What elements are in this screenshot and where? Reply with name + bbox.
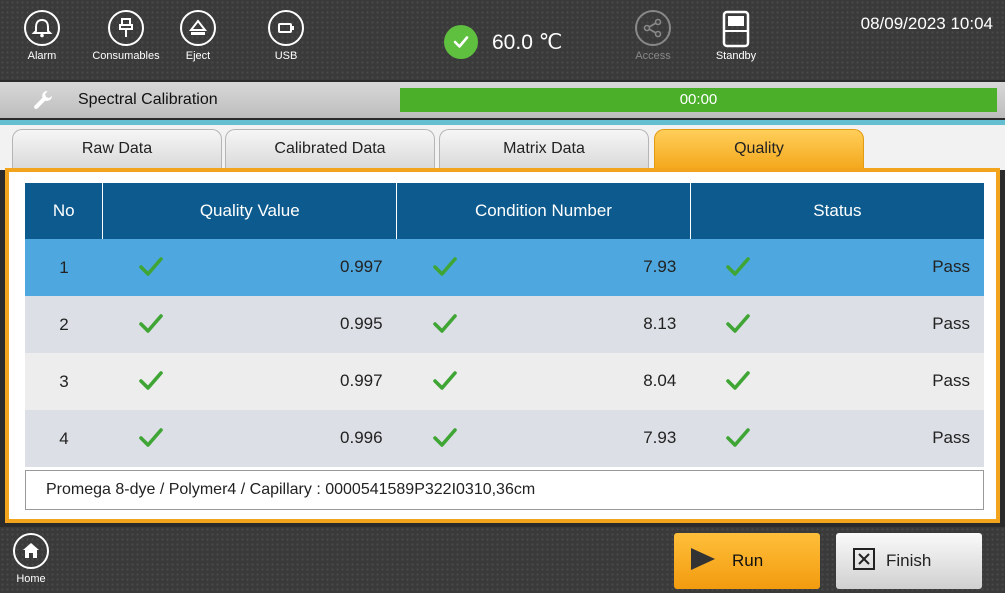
row-number: 2 — [25, 296, 103, 353]
quality-table: No Quality Value Condition Number Status… — [25, 183, 984, 467]
quality-value-cell: 0.996 — [102, 410, 397, 467]
progress-bar: 00:00 — [400, 88, 997, 112]
share-icon — [635, 10, 671, 46]
header-no: No — [25, 183, 104, 239]
temperature-value: 60.0 ℃ — [492, 30, 563, 54]
check-icon — [432, 313, 457, 340]
status-text: Pass — [932, 314, 970, 333]
table-header-row: No Quality Value Condition Number Status — [25, 183, 984, 239]
run-label: Run — [732, 551, 764, 570]
condition-number-text: 8.04 — [643, 371, 677, 390]
condition-number-cell: 7.93 — [396, 239, 691, 296]
quality-value-cell: 0.995 — [102, 296, 397, 353]
home-icon — [13, 533, 49, 569]
status-text: Pass — [932, 428, 970, 447]
table-row[interactable]: 2 0.995 8.13 Pass — [25, 296, 984, 353]
table-row[interactable]: 1 0.997 7.93 Pass — [25, 239, 984, 296]
condition-number-cell: 8.13 — [396, 296, 691, 353]
quality-value-cell: 0.997 — [102, 239, 397, 296]
header-status: Status — [690, 183, 984, 239]
home-label: Home — [16, 573, 46, 585]
eject-icon — [180, 10, 216, 46]
row-number: 3 — [25, 353, 103, 410]
check-icon — [726, 370, 751, 397]
close-box-icon — [852, 547, 876, 576]
access-button[interactable]: Access — [613, 10, 693, 62]
check-icon — [726, 427, 751, 454]
home-button[interactable]: Home — [8, 533, 54, 585]
quality-value-text: 0.996 — [340, 428, 383, 447]
alarm-button[interactable]: Alarm — [2, 10, 82, 62]
condition-number-text: 7.93 — [643, 428, 677, 447]
status-cell: Pass — [690, 239, 984, 296]
check-icon — [726, 313, 751, 340]
quality-value-text: 0.997 — [340, 257, 383, 276]
status-cell: Pass — [690, 410, 984, 467]
tab-matrix-data[interactable]: Matrix Data — [439, 129, 649, 169]
quality-value-text: 0.997 — [340, 371, 383, 390]
page-title: Spectral Calibration — [78, 91, 218, 108]
consumables-button[interactable]: Consumables — [86, 10, 166, 62]
check-icon — [432, 256, 457, 283]
top-bar: Alarm Consumables Eject USB 60.0 ℃ Acces… — [0, 0, 1005, 80]
check-icon — [139, 427, 163, 454]
check-icon — [139, 313, 163, 340]
header-condition-number: Condition Number — [396, 183, 691, 239]
title-bar: Spectral Calibration 00:00 — [0, 82, 1005, 118]
tab-raw-data[interactable]: Raw Data — [12, 129, 222, 169]
finish-button[interactable]: Finish — [836, 533, 982, 589]
eject-label: Eject — [185, 50, 211, 62]
bell-icon — [24, 10, 60, 46]
quality-value-cell: 0.997 — [102, 353, 397, 410]
quality-panel: No Quality Value Condition Number Status… — [5, 168, 1000, 523]
tab-bar: Raw Data Calibrated Data Matrix Data Qua… — [0, 125, 1005, 170]
condition-number-text: 8.13 — [643, 314, 677, 333]
standby-button[interactable]: Standby — [696, 10, 776, 62]
access-label: Access — [635, 50, 671, 62]
bottom-bar: Home Run Finish — [0, 527, 1005, 593]
temperature-display: 60.0 ℃ — [444, 24, 562, 60]
tab-quality[interactable]: Quality — [654, 129, 864, 169]
check-icon — [432, 427, 457, 454]
usb-button[interactable]: USB — [246, 10, 326, 62]
standby-label: Standby — [715, 50, 757, 62]
usb-label: USB — [274, 50, 298, 62]
status-text: Pass — [932, 257, 970, 276]
table-row[interactable]: 4 0.996 7.93 Pass — [25, 410, 984, 467]
standby-icon — [718, 10, 754, 48]
status-cell: Pass — [690, 296, 984, 353]
tab-calibrated-data[interactable]: Calibrated Data — [225, 129, 435, 169]
table-row[interactable]: 3 0.997 8.04 Pass — [25, 353, 984, 410]
check-icon — [432, 370, 457, 397]
row-number: 4 — [25, 410, 103, 467]
consumables-label: Consumables — [92, 50, 160, 62]
consumables-icon — [108, 10, 144, 46]
wrench-icon — [32, 89, 54, 116]
run-button[interactable]: Run — [674, 533, 820, 589]
usb-icon — [268, 10, 304, 46]
condition-number-cell: 8.04 — [396, 353, 691, 410]
eject-button[interactable]: Eject — [158, 10, 238, 62]
run-info-text: Promega 8-dye / Polymer4 / Capillary : 0… — [25, 470, 984, 510]
condition-number-cell: 7.93 — [396, 410, 691, 467]
play-icon — [688, 546, 718, 577]
quality-value-text: 0.995 — [340, 314, 383, 333]
header-quality-value: Quality Value — [102, 183, 398, 239]
progress-text: 00:00 — [679, 91, 718, 108]
status-cell: Pass — [690, 353, 984, 410]
check-circle-icon — [444, 25, 478, 59]
finish-label: Finish — [886, 551, 932, 570]
alarm-label: Alarm — [27, 50, 57, 62]
datetime-display: 08/09/2023 10:04 — [860, 14, 993, 33]
row-number: 1 — [25, 239, 103, 296]
status-text: Pass — [932, 371, 970, 390]
check-icon — [726, 256, 751, 283]
condition-number-text: 7.93 — [643, 257, 677, 276]
check-icon — [139, 256, 163, 283]
check-icon — [139, 370, 163, 397]
